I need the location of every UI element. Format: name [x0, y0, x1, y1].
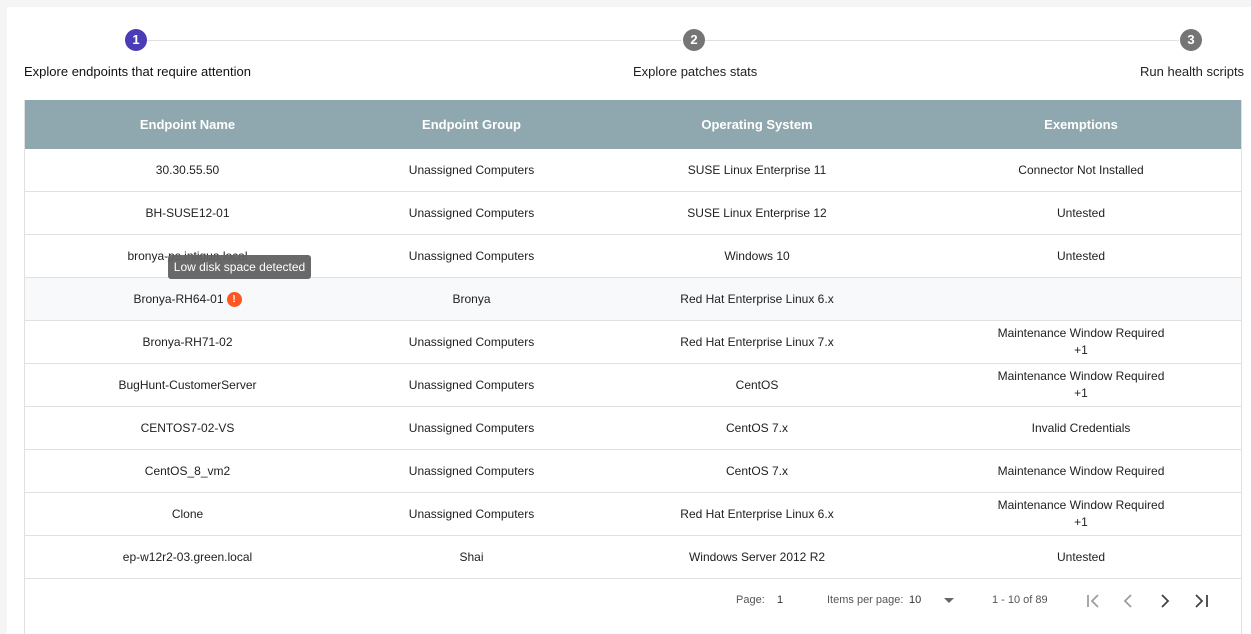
cell-endpoint-group: Unassigned Computers [408, 506, 535, 521]
cell-operating-system: CentOS [735, 377, 779, 392]
step-2-label[interactable]: Explore patches stats [633, 64, 757, 79]
cell-exemptions: Invalid Credentials [921, 407, 1241, 449]
cell-endpoint-name: CENTOS7-02-VS [140, 420, 235, 435]
dropdown-arrow-icon[interactable] [944, 598, 954, 603]
cell-endpoint-name: Bronya-RH64-01 ! [25, 278, 350, 320]
exemption-text: Maintenance Window Required [997, 369, 1165, 383]
prev-page-icon[interactable] [1117, 589, 1141, 613]
cell-endpoint-group: Unassigned Computers [408, 248, 535, 263]
endpoints-table: Endpoint Name Endpoint Group Operating S… [24, 100, 1242, 634]
exemption-more-count[interactable]: +1 [1074, 514, 1088, 531]
step-1-circle[interactable]: 1 [125, 29, 147, 51]
header-endpoint-name[interactable]: Endpoint Name [25, 100, 350, 149]
header-endpoint-group[interactable]: Endpoint Group [350, 100, 593, 149]
step-connector [147, 40, 682, 41]
cell-endpoint-group: Unassigned Computers [408, 205, 535, 220]
step-connector [705, 40, 1179, 41]
paginator: Page: 1 Items per page: 10 1 - 10 of 89 [0, 580, 1240, 620]
step-2-circle[interactable]: 2 [683, 29, 705, 51]
cell-exemptions: Untested [921, 235, 1241, 277]
next-page-icon[interactable] [1153, 589, 1177, 613]
cell-operating-system: Red Hat Enterprise Linux 6.x [680, 506, 834, 521]
table-row[interactable]: CentOS_8_vm2 Unassigned Computers CentOS… [25, 450, 1241, 493]
cell-endpoint-name: BugHunt-CustomerServer [118, 377, 257, 392]
cell-exemptions: Untested [921, 536, 1241, 578]
table-row[interactable]: 30.30.55.50 Unassigned Computers SUSE Li… [25, 149, 1241, 192]
cell-endpoint-name: 30.30.55.50 [155, 162, 220, 177]
cell-operating-system: CentOS 7.x [725, 463, 789, 478]
cell-endpoint-group: Unassigned Computers [408, 162, 535, 177]
exemption-text: Invalid Credentials [1031, 420, 1131, 435]
name-with-warning: Bronya-RH64-01 ! [133, 291, 242, 308]
table-body: 30.30.55.50 Unassigned Computers SUSE Li… [25, 149, 1241, 579]
last-page-icon[interactable] [1189, 589, 1213, 613]
table-row[interactable]: BugHunt-CustomerServer Unassigned Comput… [25, 364, 1241, 407]
cell-exemptions: Maintenance Window Required +1 [921, 364, 1241, 406]
exemption-text: Connector Not Installed [1018, 162, 1144, 177]
cell-operating-system: Windows Server 2012 R2 [688, 549, 826, 564]
exemption-text: Maintenance Window Required [997, 498, 1165, 512]
range-label: 1 - 10 of 89 [992, 594, 1048, 606]
cell-exemptions: Untested [921, 192, 1241, 234]
page-label: Page: [736, 594, 765, 606]
page-input[interactable]: 1 [777, 594, 783, 606]
exemption-text: Untested [1056, 248, 1106, 263]
items-per-page-label: Items per page: [827, 594, 904, 606]
cell-operating-system: Red Hat Enterprise Linux 6.x [680, 291, 834, 306]
cell-endpoint-group: Unassigned Computers [408, 420, 535, 435]
exemption-text: Maintenance Window Required [997, 463, 1165, 478]
table-row[interactable]: Bronya-RH64-01 ! Bronya Red Hat Enterpri… [25, 278, 1241, 321]
cell-endpoint-group: Unassigned Computers [408, 463, 535, 478]
endpoint-name-text: Bronya-RH64-01 [133, 291, 224, 306]
cell-exemptions [921, 278, 1241, 320]
cell-operating-system: Red Hat Enterprise Linux 7.x [680, 334, 834, 349]
cell-endpoint-name: Clone [171, 506, 204, 521]
cell-exemptions: Maintenance Window Required [921, 450, 1241, 492]
stepper: 1 Explore endpoints that require attenti… [0, 0, 1251, 100]
exclamation-icon[interactable]: ! [226, 291, 242, 307]
first-page-icon[interactable] [1082, 589, 1106, 613]
header-exemptions[interactable]: Exemptions [921, 100, 1241, 149]
table-header: Endpoint Name Endpoint Group Operating S… [25, 100, 1241, 149]
table-row[interactable]: Clone Unassigned Computers Red Hat Enter… [25, 493, 1241, 536]
step-3-label[interactable]: Run health scripts [1140, 64, 1244, 79]
step-1-label[interactable]: Explore endpoints that require attention [24, 64, 251, 79]
cell-endpoint-group: Unassigned Computers [408, 334, 535, 349]
exemption-more-count[interactable]: +1 [1074, 342, 1088, 359]
cell-exemptions: Maintenance Window Required +1 [921, 321, 1241, 363]
table-row[interactable]: ep-w12r2-03.green.local Shai Windows Ser… [25, 536, 1241, 579]
cell-endpoint-group: Bronya [452, 291, 491, 306]
exemption-text: Maintenance Window Required [997, 326, 1165, 340]
cell-endpoint-name: BH-SUSE12-01 [145, 205, 230, 220]
cell-operating-system: SUSE Linux Enterprise 12 [687, 205, 827, 220]
cell-endpoint-name: CentOS_8_vm2 [144, 463, 231, 478]
header-operating-system[interactable]: Operating System [593, 100, 921, 149]
cell-exemptions: Connector Not Installed [921, 149, 1241, 191]
table-row[interactable]: Bronya-RH71-02 Unassigned Computers Red … [25, 321, 1241, 364]
cell-operating-system: SUSE Linux Enterprise 11 [687, 162, 827, 177]
exemption-text: Untested [1056, 205, 1106, 220]
step-3-circle[interactable]: 3 [1180, 29, 1202, 51]
cell-endpoint-group: Shai [459, 549, 484, 564]
cell-endpoint-name: Bronya-RH71-02 [142, 334, 233, 349]
tooltip-low-disk: Low disk space detected [168, 255, 311, 279]
cell-operating-system: CentOS 7.x [725, 420, 789, 435]
cell-exemptions: Maintenance Window Required +1 [921, 493, 1241, 535]
exemption-more-count[interactable]: +1 [1074, 385, 1088, 402]
items-per-page-select[interactable]: 10 [909, 594, 921, 606]
exemption-text: Untested [1056, 549, 1106, 564]
cell-endpoint-name: ep-w12r2-03.green.local [122, 549, 253, 564]
cell-endpoint-group: Unassigned Computers [408, 377, 535, 392]
table-row[interactable]: CENTOS7-02-VS Unassigned Computers CentO… [25, 407, 1241, 450]
table-row[interactable]: BH-SUSE12-01 Unassigned Computers SUSE L… [25, 192, 1241, 235]
cell-operating-system: Windows 10 [724, 248, 790, 263]
